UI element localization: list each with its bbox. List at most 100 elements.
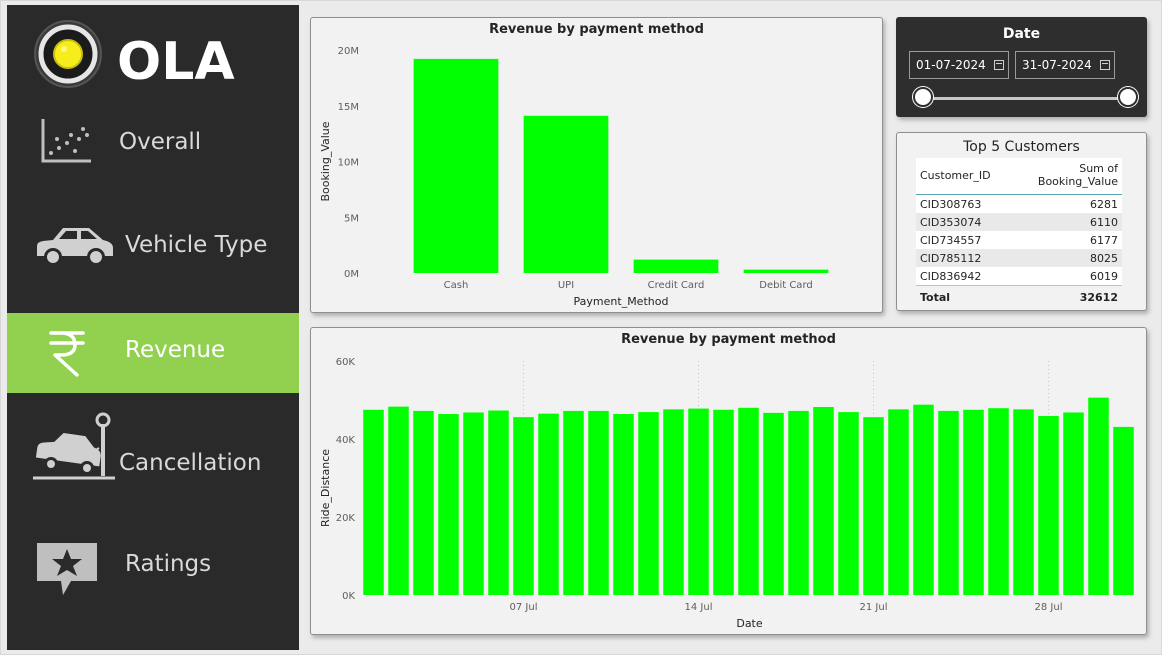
bar: [763, 412, 784, 595]
booking-value-cell: 6177: [994, 231, 1122, 249]
bar: [688, 408, 709, 595]
slider-start-handle[interactable]: [913, 87, 933, 107]
table-row[interactable]: CID785112 8025: [916, 249, 1122, 267]
sidebar-item-revenue[interactable]: Revenue: [7, 313, 299, 393]
bar: [663, 409, 684, 595]
y-tick-label: 60K: [336, 357, 356, 368]
sidebar-item-label: Overall: [119, 129, 202, 155]
bar: [633, 259, 719, 273]
sidebar-item-ratings[interactable]: Ratings: [7, 525, 299, 605]
date-range-slider-track[interactable]: [922, 97, 1128, 100]
table-row[interactable]: CID353074 6110: [916, 213, 1122, 231]
y-axis-label: Booking_Value: [319, 121, 332, 201]
bar: [638, 412, 659, 595]
bar: [438, 414, 459, 595]
date-filter-title: Date: [1002, 26, 1041, 42]
calendar-icon[interactable]: [994, 60, 1004, 70]
table-row[interactable]: CID836942 6019: [916, 267, 1122, 286]
customer-id-cell: CID836942: [916, 267, 995, 286]
ride-distance-bar-chart: 0K 20K 40K 60K 07 Jul 14 Jul 21 Jul 28 Jul Date R…: [319, 357, 1134, 630]
x-tick-label: 07 Jul: [510, 602, 538, 613]
bar: [1038, 415, 1059, 595]
y-tick-label: 10M: [338, 158, 359, 169]
bar: [563, 410, 584, 595]
bar: [713, 409, 734, 595]
start-date-input[interactable]: 01-07-2024: [909, 51, 1009, 79]
date-filter-card: Date 01-07-2024 31-07-2024: [896, 17, 1147, 117]
x-tick-label: Credit Card: [648, 280, 705, 291]
bar: [388, 406, 409, 595]
sidebar: OLA Overall Vehicle Type Revenue Cancell…: [7, 5, 299, 650]
slider-end-handle[interactable]: [1118, 87, 1138, 107]
sidebar-item-label: Ratings: [125, 551, 212, 577]
y-tick-label: 20K: [336, 513, 356, 524]
sidebar-item-overall[interactable]: Overall: [7, 105, 299, 185]
bar: [363, 409, 384, 595]
customer-id-cell: CID308763: [916, 194, 995, 213]
calendar-icon[interactable]: [1100, 60, 1110, 70]
ride-distance-chart-card: Revenue by payment method 0K 20K 40K 60K 07 …: [310, 327, 1147, 635]
bar: [523, 115, 609, 273]
y-tick-label: 5M: [344, 213, 359, 224]
table-row[interactable]: CID734557 6177: [916, 231, 1122, 249]
booking-value-cell: 6281: [994, 194, 1122, 213]
booking-value-cell: 6019: [994, 267, 1122, 286]
y-tick-label: 20M: [338, 46, 359, 57]
bar: [738, 407, 759, 595]
x-tick-label: UPI: [558, 280, 574, 291]
payment-method-bar-chart: 0M 5M 10M 15M 20M Cash UPI Credit Card Debit Car…: [319, 46, 829, 308]
bar: [488, 410, 509, 595]
booking-value-cell: 6110: [994, 213, 1122, 231]
y-axis-label: Ride_Distance: [319, 449, 332, 527]
bar: [1063, 412, 1084, 595]
y-tick-label: 0M: [344, 269, 359, 280]
end-date-input[interactable]: 31-07-2024: [1015, 51, 1115, 79]
customer-id-cell: CID734557: [916, 231, 995, 249]
bar: [988, 408, 1009, 595]
payment-method-chart-card: Revenue by payment method 0M 5M 10M 15M 20M C…: [310, 17, 883, 313]
svg-text:OLA: OLA: [117, 32, 235, 92]
customer-id-cell: CID353074: [916, 213, 995, 231]
bar: [888, 409, 909, 595]
bar: [838, 412, 859, 595]
bar: [513, 417, 534, 595]
sidebar-item-label: Vehicle Type: [125, 232, 268, 258]
star-review-icon: [35, 541, 99, 603]
column-header-customer-id[interactable]: Customer_ID: [916, 158, 995, 195]
x-axis-label: Date: [736, 617, 763, 630]
bar: [788, 410, 809, 595]
y-tick-label: 0K: [342, 591, 355, 602]
bar: [588, 410, 609, 595]
y-tick-label: 40K: [336, 435, 356, 446]
bar: [938, 410, 959, 595]
end-date-value: 31-07-2024: [1022, 58, 1092, 72]
sidebar-item-vehicle-type[interactable]: Vehicle Type: [7, 208, 299, 288]
column-header-booking-value[interactable]: Sum of Booking_Value: [994, 158, 1122, 195]
top-customers-title: Top 5 Customers: [963, 139, 1080, 155]
table-row[interactable]: CID308763 6281: [916, 194, 1122, 213]
total-value: 32612: [994, 285, 1122, 306]
top-customers-table: Customer_ID Sum of Booking_Value CID3087…: [916, 158, 1122, 306]
x-axis-label: Payment_Method: [574, 295, 669, 308]
bar: [463, 412, 484, 595]
table-total-row: Total 32612: [916, 285, 1122, 306]
rupee-icon: [47, 327, 87, 383]
x-tick-label: 14 Jul: [685, 602, 713, 613]
bar: [963, 409, 984, 595]
car-icon: [33, 224, 115, 274]
x-tick-label: 21 Jul: [860, 602, 888, 613]
car-crash-icon: [31, 412, 121, 488]
y-tick-label: 15M: [338, 102, 359, 113]
sidebar-item-label: Revenue: [125, 337, 226, 363]
sidebar-item-cancellation[interactable]: Cancellation: [7, 412, 299, 492]
bar: [863, 417, 884, 595]
bar: [413, 410, 434, 595]
bar: [413, 58, 499, 273]
bar: [1088, 397, 1109, 595]
bar: [613, 414, 634, 595]
start-date-value: 01-07-2024: [916, 58, 986, 72]
bar: [538, 413, 559, 595]
sidebar-item-label: Cancellation: [119, 450, 262, 476]
x-tick-label: 28 Jul: [1035, 602, 1063, 613]
ola-logo: OLA: [33, 15, 243, 93]
